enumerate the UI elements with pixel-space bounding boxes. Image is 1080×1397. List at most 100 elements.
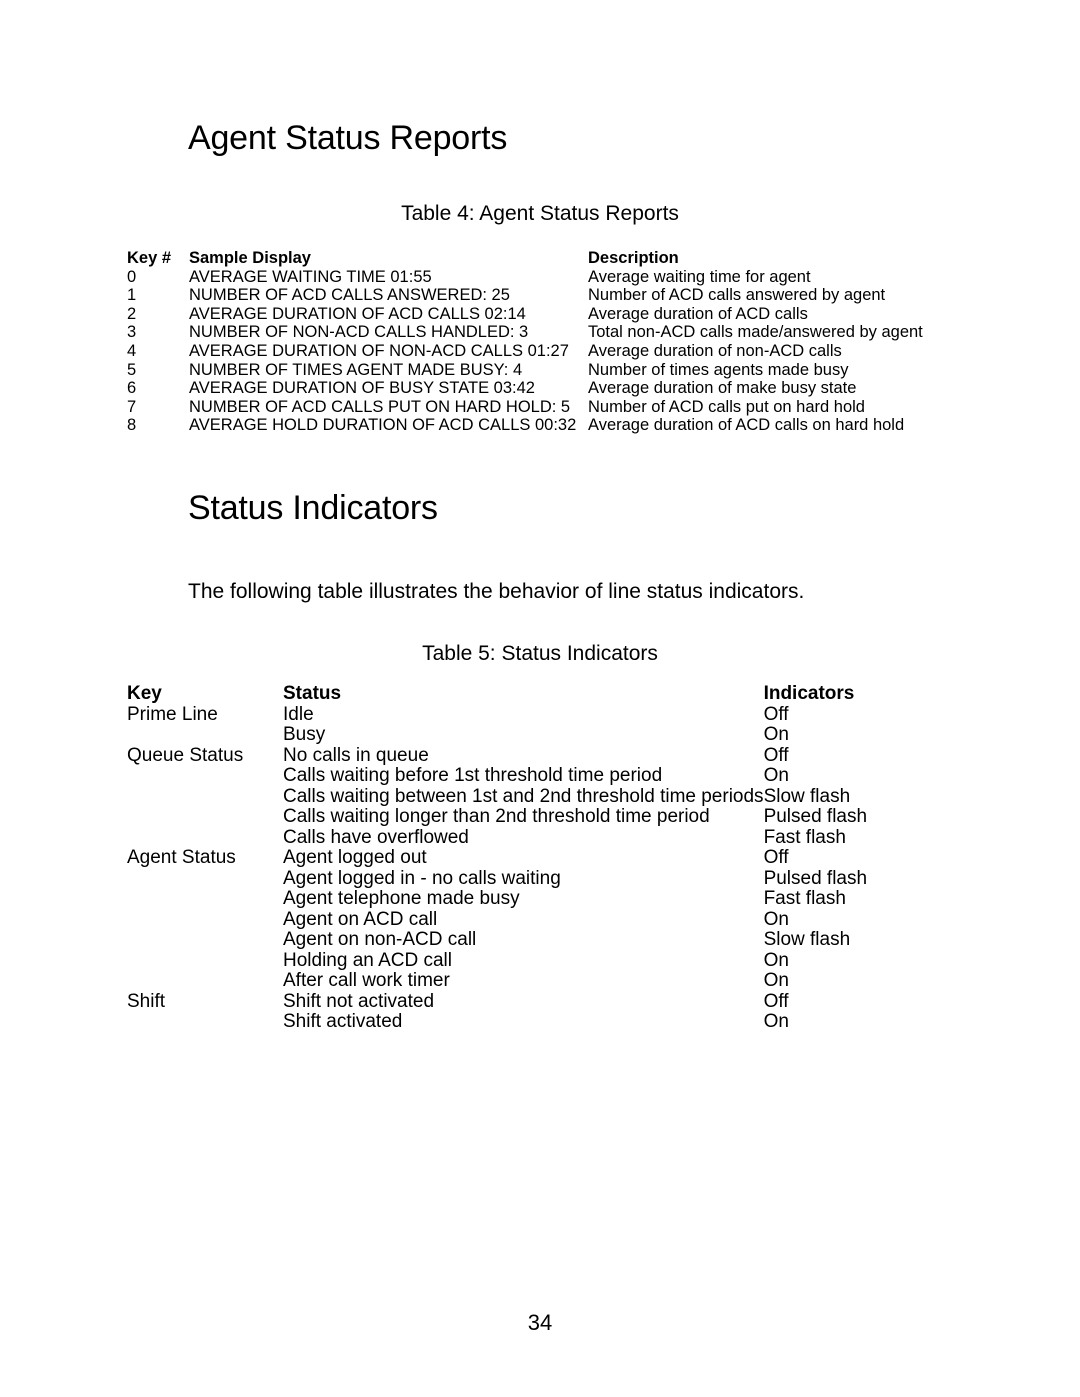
cell-key — [127, 807, 283, 828]
table-row: 5 NUMBER OF TIMES AGENT MADE BUSY: 4 Numbe… — [127, 361, 948, 380]
cell-status: Calls waiting longer than 2nd threshold … — [283, 806, 710, 827]
table-row: 3 NUMBER OF NON-ACD CALLS HANDLED: 3 Total… — [127, 323, 948, 342]
cell-key: 2 — [127, 304, 137, 323]
cell-indicator: On — [763, 724, 789, 745]
cell-indicator: On — [763, 970, 789, 991]
cell-key — [127, 889, 283, 910]
cell-key — [127, 971, 283, 992]
cell-key — [127, 910, 283, 931]
cell-key: 6 — [127, 379, 137, 398]
status-indicators-intro-paragraph: The following table illustrates the beha… — [188, 580, 805, 603]
cell-description: Average duration of ACD calls — [588, 304, 808, 323]
cell-description: Number of ACD calls put on hard hold — [588, 397, 865, 416]
table-row: Agent logged in - no calls waiting Pulsed… — [127, 867, 1014, 890]
cell-key — [127, 725, 283, 746]
table-body-status-indicators: Prime Line Idle Off Busy On Queue Status No ca… — [127, 703, 1014, 1033]
cell-description: Average waiting time for agent — [588, 267, 811, 286]
table-row: Calls waiting before 1st threshold time … — [127, 765, 1014, 787]
cell-indicator: On — [763, 949, 789, 971]
table-row: Holding an ACD call On — [127, 949, 1014, 972]
cell-key: Shift — [127, 990, 166, 1012]
table-row: Shift activated On — [127, 1011, 1014, 1033]
cell-key: Queue Status — [127, 744, 244, 766]
table-row: Calls waiting between 1st and 2nd thresh… — [127, 785, 1014, 808]
cell-description: Total non-ACD calls made/answered by age… — [588, 323, 923, 342]
cell-key: 1 — [127, 286, 137, 305]
cell-status: Busy — [283, 724, 326, 745]
cell-indicator: Off — [763, 990, 789, 1012]
column-header-key: Key — [127, 683, 162, 704]
table-row: 1 NUMBER OF ACD CALLS ANSWERED: 25 Number … — [127, 286, 948, 305]
cell-sample-display: AVERAGE DURATION OF ACD CALLS 02:14 — [189, 304, 526, 323]
cell-status: After call work timer — [283, 970, 450, 991]
cell-key — [127, 869, 283, 890]
table-row: 7 NUMBER OF ACD CALLS PUT ON HARD HOLD: 5… — [127, 398, 948, 417]
cell-sample-display: AVERAGE HOLD DURATION OF ACD CALLS 00:32 — [189, 416, 577, 435]
cell-key: 0 — [127, 267, 137, 286]
cell-key — [127, 828, 283, 849]
cell-indicator: Pulsed flash — [763, 806, 868, 827]
cell-key — [127, 766, 283, 787]
cell-status: Agent on ACD call — [283, 908, 438, 930]
table-status-indicators: Key Status Indicators Prime Line Idle Off B… — [127, 683, 1014, 1033]
column-header-key: Key # — [127, 249, 172, 267]
section-heading-agent-status-reports: Agent Status Reports — [188, 119, 508, 157]
cell-description: Average duration of make busy state — [588, 379, 857, 398]
table-header-row: Key # Sample Display Description — [127, 249, 948, 268]
cell-indicator: On — [763, 1011, 789, 1032]
cell-status: No calls in queue — [283, 744, 429, 766]
cell-key: Prime Line — [127, 703, 218, 725]
cell-key: 4 — [127, 341, 137, 360]
column-header-sample-display: Sample Display — [189, 249, 311, 267]
table-row: 4 AVERAGE DURATION OF NON-ACD CALLS 01:27… — [127, 342, 948, 361]
page-number: 34 — [527, 1310, 553, 1335]
table-row: Agent on non-ACD call Slow flash — [127, 929, 1014, 951]
cell-indicator: On — [763, 908, 789, 930]
cell-indicator: Fast flash — [763, 826, 846, 848]
table-row: Agent on ACD call On — [127, 908, 1014, 931]
cell-status: Shift activated — [283, 1011, 403, 1032]
cell-key — [127, 787, 283, 808]
cell-indicator: Slow flash — [763, 785, 851, 807]
cell-status: Agent logged in - no calls waiting — [283, 867, 561, 889]
cell-status: Agent telephone made busy — [283, 888, 520, 909]
table-caption-agent-status-reports: Table 4: Agent Status Reports — [401, 202, 679, 225]
table-header-row: Key Status Indicators — [127, 683, 1014, 705]
cell-sample-display: AVERAGE DURATION OF NON-ACD CALLS 01:27 — [189, 341, 569, 360]
table-row: 0 AVERAGE WAITING TIME 01:55 Average waiti… — [127, 268, 948, 287]
column-header-description: Description — [588, 249, 679, 267]
cell-sample-display: NUMBER OF TIMES AGENT MADE BUSY: 4 — [189, 360, 523, 379]
table-row: Agent Status Agent logged out Off — [127, 847, 1014, 869]
table-row: 2 AVERAGE DURATION OF ACD CALLS 02:14 Aver… — [127, 305, 948, 324]
cell-status: Holding an ACD call — [283, 949, 452, 971]
cell-indicator: Fast flash — [763, 888, 846, 909]
cell-key — [127, 930, 283, 951]
document-page: Agent Status Reports Table 4: Agent Stat… — [0, 0, 1080, 1397]
table-row: Busy On — [127, 724, 1014, 746]
cell-status: Calls have overflowed — [283, 826, 469, 848]
cell-key — [127, 1012, 283, 1033]
section-heading-status-indicators: Status Indicators — [188, 489, 438, 527]
table-caption-status-indicators: Table 5: Status Indicators — [422, 642, 658, 665]
cell-indicator: Slow flash — [763, 929, 851, 950]
cell-status: Calls waiting before 1st threshold time … — [283, 765, 663, 786]
cell-sample-display: NUMBER OF ACD CALLS ANSWERED: 25 — [189, 286, 510, 305]
cell-description: Average duration of ACD calls on hard ho… — [588, 416, 905, 435]
cell-indicator: On — [763, 765, 789, 786]
table-row: 8 AVERAGE HOLD DURATION OF ACD CALLS 00:3… — [127, 416, 948, 435]
cell-status: Agent on non-ACD call — [283, 929, 477, 950]
table-row: Prime Line Idle Off — [127, 703, 1014, 726]
cell-description: Number of ACD calls answered by agent — [588, 286, 886, 305]
cell-key: 3 — [127, 323, 137, 342]
cell-status: Agent logged out — [283, 847, 427, 868]
cell-key — [127, 951, 283, 972]
cell-key: 5 — [127, 360, 137, 379]
table-row: Queue Status No calls in queue Off — [127, 744, 1014, 767]
cell-key: Agent Status — [127, 847, 236, 868]
table-row: After call work timer On — [127, 970, 1014, 992]
table-row: Agent telephone made busy Fast flash — [127, 888, 1014, 910]
cell-status: Idle — [283, 703, 314, 725]
cell-sample-display: NUMBER OF NON-ACD CALLS HANDLED: 3 — [189, 323, 529, 342]
cell-indicator: Off — [763, 744, 789, 766]
cell-description: Number of times agents made busy — [588, 360, 849, 379]
